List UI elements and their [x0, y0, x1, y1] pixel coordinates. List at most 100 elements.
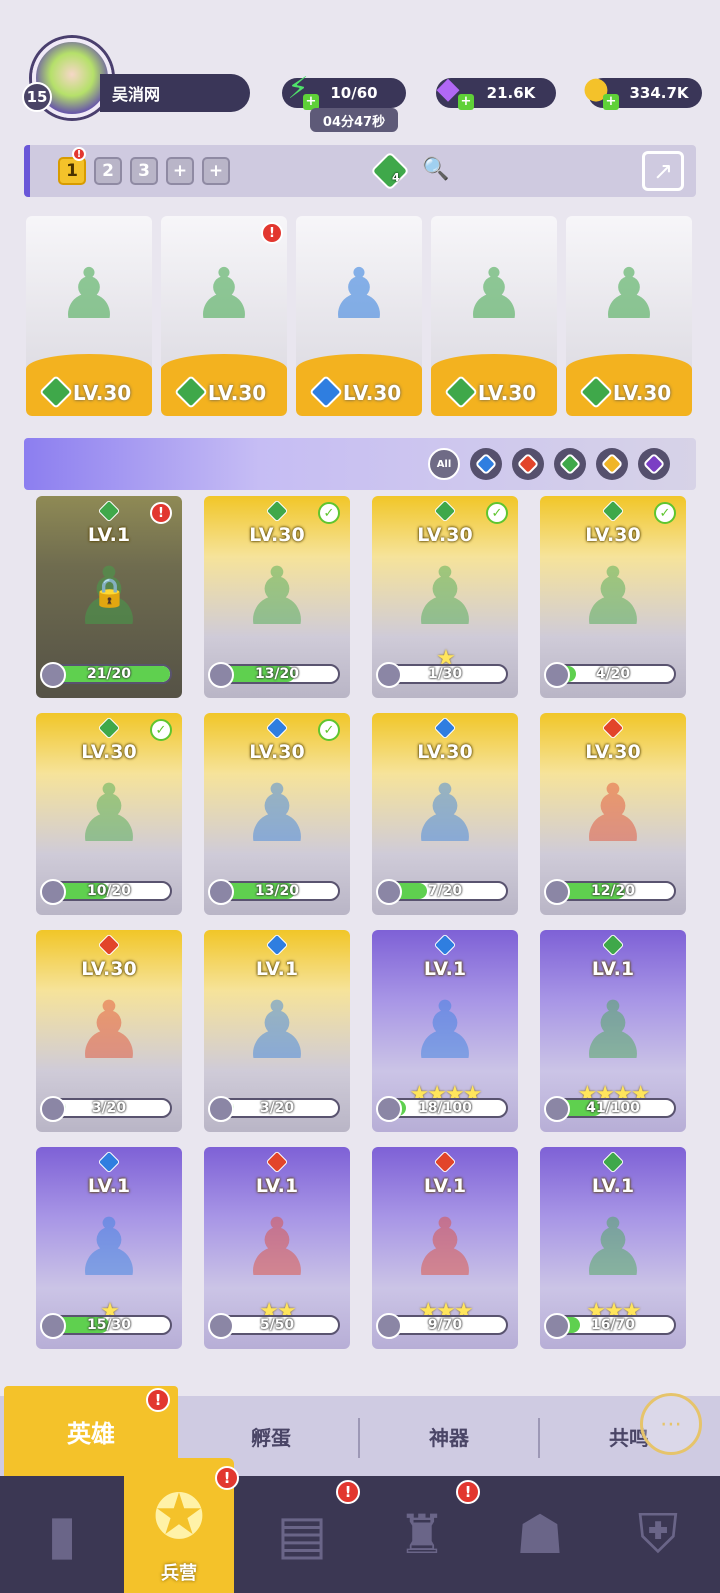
- team-cost-value: 4: [392, 171, 400, 184]
- alert-icon: !: [72, 147, 86, 161]
- hero-card[interactable]: ♟ LV.1 ★★ 5/50: [204, 1147, 350, 1349]
- element-filter-bar: All: [24, 438, 696, 490]
- team-slot-add-2[interactable]: +: [202, 157, 230, 185]
- hero-card[interactable]: ♟ LV.1 ★ 15/30: [36, 1147, 182, 1349]
- shard-progress-text: 3/20: [259, 1100, 295, 1116]
- barracks-icon: ✪: [153, 1480, 205, 1553]
- tab-hatch-label: 孵蛋: [251, 1425, 291, 1450]
- coins-plus-button[interactable]: +: [603, 94, 619, 110]
- shard-progress-text: 7/20: [427, 883, 463, 899]
- floating-menu-button[interactable]: ⋯: [640, 1393, 702, 1455]
- share-icon[interactable]: ↗: [642, 151, 684, 191]
- fire-icon: [601, 716, 625, 740]
- hero-card[interactable]: ♟ LV.1 3/20: [204, 930, 350, 1132]
- team-member-card[interactable]: ♟ LV.30: [431, 216, 557, 416]
- cards-icon[interactable]: ▮: [22, 1494, 102, 1574]
- hero-portrait: ♟: [241, 549, 313, 643]
- team-slot-1[interactable]: 1: [58, 157, 86, 185]
- hero-level: LV.30: [81, 741, 137, 763]
- hero-level: LV.30: [417, 524, 473, 546]
- shard-progress-text: 41/100: [586, 1100, 640, 1116]
- shard-icon: [544, 1096, 570, 1122]
- castle-icon[interactable]: ♜: [382, 1494, 462, 1574]
- team-member-card[interactable]: ♟ LV.30: [26, 216, 152, 416]
- search-icon[interactable]: 🔍: [422, 157, 450, 185]
- hero-level: LV.30: [249, 524, 305, 546]
- player-name-bar[interactable]: 吴消网: [100, 74, 250, 112]
- shard-icon: [208, 1313, 234, 1339]
- hero-portrait: ♟: [409, 983, 481, 1077]
- hero-portrait: ♟: [241, 766, 313, 860]
- shard-icon: [40, 1313, 66, 1339]
- hero-level: LV.1: [591, 1175, 635, 1197]
- hero-card[interactable]: ♟ LV.1 ★★★ 16/70: [540, 1147, 686, 1349]
- hero-card[interactable]: ✓ ♟ LV.30 4/20: [540, 496, 686, 698]
- shard-icon: [40, 1096, 66, 1122]
- nature-icon: [601, 933, 625, 957]
- tab-artifacts[interactable]: 神器: [362, 1396, 536, 1476]
- hero-card[interactable]: ♟ LV.30 12/20: [540, 713, 686, 915]
- filter-dark[interactable]: [638, 448, 670, 480]
- hero-level: LV.1: [423, 1175, 467, 1197]
- team-slot-3[interactable]: 3: [130, 157, 158, 185]
- team-slot-2[interactable]: 2: [94, 157, 122, 185]
- nav-barracks-label: 兵营: [161, 1563, 197, 1584]
- hero-portrait: ♟: [73, 766, 145, 860]
- check-icon: ✓: [318, 719, 340, 741]
- filter-light[interactable]: [596, 448, 628, 480]
- shard-icon: [376, 1096, 402, 1122]
- fire-icon: [516, 452, 540, 476]
- filter-all[interactable]: All: [428, 448, 460, 480]
- shard-progress-text: 13/20: [254, 666, 300, 682]
- hero-portrait: ♟: [409, 766, 481, 860]
- team-level: LV.30: [72, 381, 132, 405]
- dark-icon: [642, 452, 666, 476]
- hero-level: LV.30: [585, 524, 641, 546]
- hood-icon[interactable]: ☗: [500, 1494, 580, 1574]
- hero-portrait: ♟: [577, 766, 649, 860]
- nature-icon: [558, 452, 582, 476]
- shard-progress-text: 16/70: [590, 1317, 636, 1333]
- filter-all-label: All: [436, 458, 452, 470]
- player-level-badge: 15: [22, 82, 52, 112]
- hero-card[interactable]: ✓ ♟ LV.30 13/20: [204, 713, 350, 915]
- check-icon: ✓: [318, 502, 340, 524]
- map-icon[interactable]: ▤: [262, 1494, 342, 1574]
- shard-progress-text: 12/20: [590, 883, 636, 899]
- alert-icon: !: [215, 1466, 239, 1490]
- team-level-bar: LV.30: [296, 354, 422, 416]
- hero-portrait: ♟: [327, 252, 391, 335]
- hero-card[interactable]: ✓ ♟ LV.30 ★ 1/30: [372, 496, 518, 698]
- alert-icon: !: [261, 222, 283, 244]
- hero-portrait: ♟: [409, 549, 481, 643]
- shard-progress-text: 9/70: [427, 1317, 463, 1333]
- team-level-bar: LV.30: [431, 354, 557, 416]
- nature-icon: [265, 499, 289, 523]
- team-level: LV.30: [207, 381, 267, 405]
- filter-nature[interactable]: [554, 448, 586, 480]
- hero-card[interactable]: ! ♟ LV.1 🔒 21/20: [36, 496, 182, 698]
- shard-icon: [208, 879, 234, 905]
- hero-card[interactable]: ♟ LV.1 ★★★★ 41/100: [540, 930, 686, 1132]
- water-icon: [433, 716, 457, 740]
- team-member-card[interactable]: ♟ LV.30: [296, 216, 422, 416]
- team-level: LV.30: [612, 381, 672, 405]
- banner-icon[interactable]: ⛨: [618, 1494, 698, 1574]
- hero-card[interactable]: ♟ LV.30 3/20: [36, 930, 182, 1132]
- check-icon: ✓: [654, 502, 676, 524]
- hero-level: LV.30: [81, 958, 137, 980]
- water-icon: [265, 716, 289, 740]
- nature-icon: [601, 499, 625, 523]
- team-slot-add-1[interactable]: +: [166, 157, 194, 185]
- gems-plus-button[interactable]: +: [458, 94, 474, 110]
- team-member-card[interactable]: ♟ LV.30 !: [161, 216, 287, 416]
- team-cost-icon: [370, 151, 410, 191]
- team-member-card[interactable]: ♟ LV.30: [566, 216, 692, 416]
- hero-card[interactable]: ♟ LV.1 ★★★★ 18/100: [372, 930, 518, 1132]
- hero-card[interactable]: ✓ ♟ LV.30 13/20: [204, 496, 350, 698]
- hero-card[interactable]: ♟ LV.30 7/20: [372, 713, 518, 915]
- filter-fire[interactable]: [512, 448, 544, 480]
- filter-water[interactable]: [470, 448, 502, 480]
- hero-card[interactable]: ✓ ♟ LV.30 10/20: [36, 713, 182, 915]
- hero-card[interactable]: ♟ LV.1 ★★★ 9/70: [372, 1147, 518, 1349]
